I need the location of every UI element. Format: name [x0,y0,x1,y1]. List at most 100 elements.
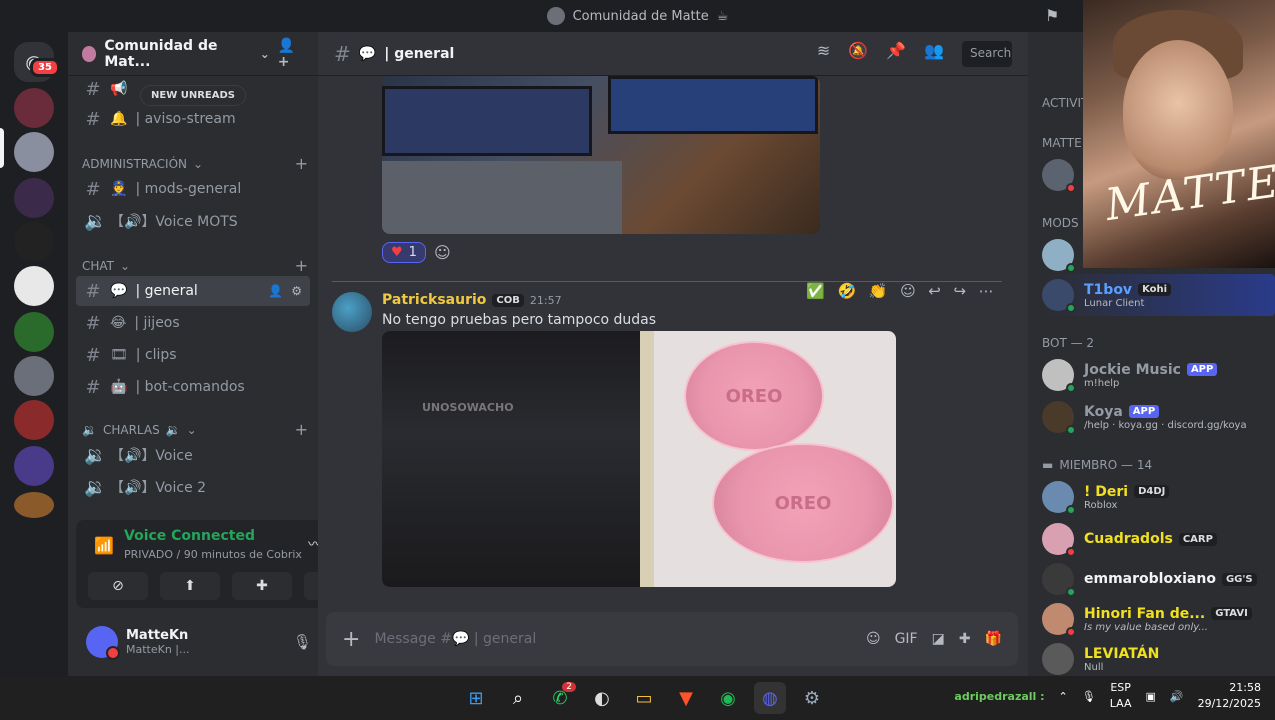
server-icon-6[interactable] [14,312,54,352]
network-icon[interactable]: ▣ [1145,690,1155,703]
avatar[interactable] [332,292,372,332]
server-icon-10[interactable] [14,492,54,518]
member-featured[interactable]: T1bov Kohi Lunar Client [1042,274,1275,316]
app-icon[interactable]: ◐ [586,682,618,714]
megaphone-icon: 📢 [110,81,128,97]
member-tag: GG'S [1221,572,1257,586]
chevron-down-icon: ⌄ [186,422,197,437]
reaction-count: 1 [408,245,417,260]
channel-general[interactable]: # 💬 | general 👤 ⚙ [76,276,310,306]
gear-icon[interactable]: ⚙ [291,284,302,298]
start-icon[interactable]: ⊞ [460,682,492,714]
inbox-icon[interactable]: ⚑ [1045,6,1065,26]
channel-aviso-stream[interactable]: # 🔔 | aviso-stream [76,104,310,134]
brave-icon[interactable]: ▼ [670,682,702,714]
search-input[interactable]: Search [962,40,1012,67]
channel-mods-general[interactable]: # 👮 | mods-general [76,174,310,204]
guild-header[interactable]: Comunidad de Mat... ⌄ 👤+ [68,32,318,76]
voice-channel-info[interactable]: PRIVADO / 90 minutos de Cobrix [124,548,302,561]
avatar [1042,279,1076,313]
add-channel-icon[interactable]: + [295,420,308,439]
invite-icon[interactable]: 👤 [268,284,283,298]
message-time: 21:57 [529,293,562,307]
channel-voice-mots[interactable]: 🔉 【🔊】Voice MOTS [76,206,310,236]
channel-voice-2[interactable]: 🔉 【🔊】Voice 2 [76,472,310,502]
image-attachment-setup[interactable] [382,76,820,234]
channel-bot-comandos[interactable]: # 🤖 | bot-comandos [76,372,310,402]
username[interactable]: MatteKn [126,628,190,643]
channel-label: | jijeos [134,315,180,331]
settings-icon[interactable]: ⚙ [796,682,828,714]
message-author[interactable]: Patricksaurio [382,292,486,308]
avatar [1042,523,1076,557]
mute-icon[interactable]: 🔕 [848,41,868,67]
hash-icon: # [85,78,101,100]
new-unreads-pill[interactable]: NEW UNREADS [140,85,246,106]
channel-clips[interactable]: # 🎞 | clips [76,340,310,370]
folder-icon[interactable]: ▭ [628,682,660,714]
discord-icon[interactable]: ◍ [754,682,786,714]
attach-plus-icon[interactable]: + [342,627,360,652]
channel-jijeos[interactable]: # 😂 | jijeos [76,308,310,338]
bell-icon: 🔔 [110,111,128,127]
server-icon-9[interactable] [14,446,54,486]
member[interactable]: ! Deri D4DJ Roblox [1042,476,1267,518]
member[interactable]: Cuadradols CARP [1042,518,1267,560]
gif-icon[interactable]: GIF [895,631,918,647]
member[interactable]: emmarobloxiano GG'S [1042,558,1267,600]
clock-date: 29/12/2025 [1197,697,1261,710]
avatar[interactable] [86,626,120,660]
member-activity: /help · koya.gg · discord.gg/koya [1084,419,1247,431]
microphone-icon[interactable]: 🎙 [293,633,312,651]
threads-icon[interactable]: ≋ [817,41,830,67]
member[interactable]: LEVIATÁN Null [1042,638,1267,676]
category-charlas[interactable]: 🔉 CHARLAS 🔉 ⌄ + [82,420,308,439]
server-icon-7[interactable] [14,356,54,396]
member-name: Cuadradols [1084,531,1173,547]
spotify-icon[interactable]: ◉ [712,682,744,714]
voice-status[interactable]: Voice Connected [124,528,255,544]
add-channel-icon[interactable]: + [295,154,308,173]
screen-share-button[interactable]: ⬆ [160,572,220,600]
sticker-icon[interactable]: ◪ [932,631,945,647]
channel-sidebar: Comunidad de Mat... ⌄ 👤+ # 📢 NEW UNREADS… [68,32,378,676]
member[interactable]: Hinori Fan de... GTAVI Is my value based… [1042,598,1267,640]
chevron-up-icon[interactable]: ⌃ [1059,690,1068,703]
whatsapp-icon[interactable]: ✆ 2 [544,682,576,714]
server-icon-4[interactable] [14,222,54,262]
emoji-icon[interactable]: ☺ [866,631,881,647]
member-bot[interactable]: Koya APP /help · koya.gg · discord.gg/ko… [1042,396,1267,438]
pin-icon[interactable]: 📌 [886,41,906,67]
member-bot[interactable]: Jockie Music APP m!help [1042,354,1267,396]
message-input[interactable]: Message #💬 | general [374,631,536,647]
server-icon-3[interactable] [14,178,54,218]
members-icon[interactable]: 👥 [924,41,944,67]
member-activity: Is my value based only... [1084,621,1208,633]
apps-icon[interactable]: ✚ [959,631,971,647]
message-composer[interactable]: + Message #💬 | general ☺ GIF ◪ ✚ 🎁 [326,612,1018,666]
invite-icon[interactable]: 👤+ [278,38,304,70]
add-reaction-icon[interactable]: ☺ [434,243,451,262]
gift-icon[interactable]: 🎁 [985,631,1002,647]
volume-icon[interactable]: 🔊 [1170,690,1184,703]
camera-off-button[interactable]: ⊘ [88,572,148,600]
language-indicator[interactable]: ESP LAA [1110,680,1132,712]
image-attachment-meme[interactable]: UNOSOWACHO OREO OREO [382,331,896,587]
clock[interactable]: 21:58 29/12/2025 [1198,680,1261,712]
server-icon-2[interactable] [14,132,54,172]
microphone-icon[interactable]: 🎙 [1082,690,1096,703]
member-activity: Roblox [1084,499,1118,511]
server-icon-8[interactable] [14,400,54,440]
guild-icon [82,45,97,62]
channel-voice[interactable]: 🔉 【🔊】Voice [76,440,310,470]
add-channel-icon[interactable]: + [295,256,308,275]
server-icon-1[interactable] [14,88,54,128]
category-chat[interactable]: CHAT ⌄ + [82,256,308,275]
heart-reaction[interactable]: ♥ 1 [382,242,426,263]
search-icon[interactable]: ⌕ [502,682,534,714]
category-administracion[interactable]: ADMINISTRACIÓN ⌄ + [82,154,308,173]
server-icon-5[interactable] [14,266,54,306]
channel-label: 【🔊】Voice [110,448,193,464]
activities-button[interactable]: ✚ [232,572,292,600]
role-mods: MODS [1042,216,1079,230]
